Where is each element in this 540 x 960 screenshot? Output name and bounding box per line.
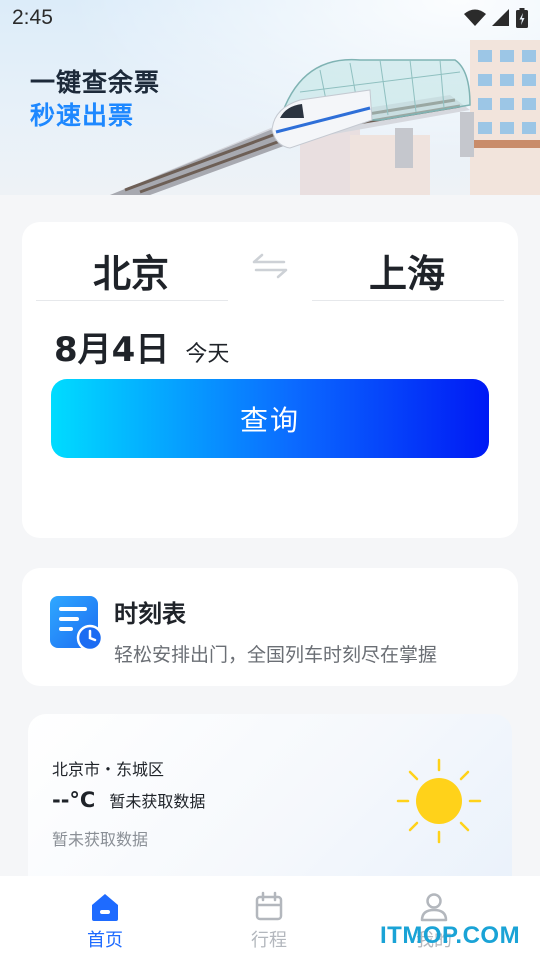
nav-item-home[interactable]: 首页 (60, 890, 150, 952)
site-watermark: ITMOP.COM (380, 922, 521, 949)
hero-banner: 2:45 一键查余票 秒速出票 (0, 0, 540, 195)
slogan-line-1: 一键查余票 (30, 68, 161, 97)
ticket-query-card: 北京 上海 8月4日 今天 查询 (22, 222, 518, 538)
status-time: 2:45 (12, 6, 53, 29)
nav-label-home: 首页 (87, 930, 123, 951)
swap-arrows-icon (252, 253, 288, 279)
to-station[interactable]: 上海 (312, 248, 502, 300)
search-button[interactable]: 查询 (51, 379, 489, 458)
person-icon (420, 893, 448, 922)
wifi-icon (464, 9, 486, 26)
date-hint: 今天 (185, 342, 230, 367)
calendar-icon (255, 891, 283, 921)
home-icon (92, 894, 118, 921)
date-selector[interactable]: 8月4日 今天 (54, 322, 229, 370)
weather-condition: 暂未获取数据 (109, 792, 206, 811)
sun-icon (396, 758, 482, 844)
status-icons (464, 8, 528, 28)
from-station-underline (36, 300, 228, 301)
hero-slogan: 一键查余票 秒速出票 (30, 66, 160, 132)
slogan-line-2: 秒速出票 (30, 101, 135, 130)
timetable-icon (50, 596, 104, 652)
status-bar: 2:45 (0, 0, 540, 36)
weather-temp-row: --°C 暂未获取数据 (52, 788, 205, 812)
nav-label-trips: 行程 (251, 930, 287, 951)
signal-icon (492, 9, 509, 26)
timetable-title: 时刻表 (114, 600, 186, 628)
from-station[interactable]: 北京 (36, 248, 226, 300)
weather-location: 北京市・东城区 (52, 760, 165, 779)
nav-item-trips[interactable]: 行程 (224, 890, 314, 952)
swap-stations-button[interactable] (250, 248, 290, 284)
battery-icon (516, 8, 528, 28)
weather-note: 暂未获取数据 (52, 830, 149, 849)
departure-date: 8月4日 (54, 330, 170, 370)
timetable-description: 轻松安排出门，全国列车时刻尽在掌握 (114, 644, 438, 666)
weather-temperature: --°C (52, 788, 96, 812)
timetable-card[interactable]: 时刻表 轻松安排出门，全国列车时刻尽在掌握 (22, 568, 518, 686)
to-station-underline (312, 300, 504, 301)
